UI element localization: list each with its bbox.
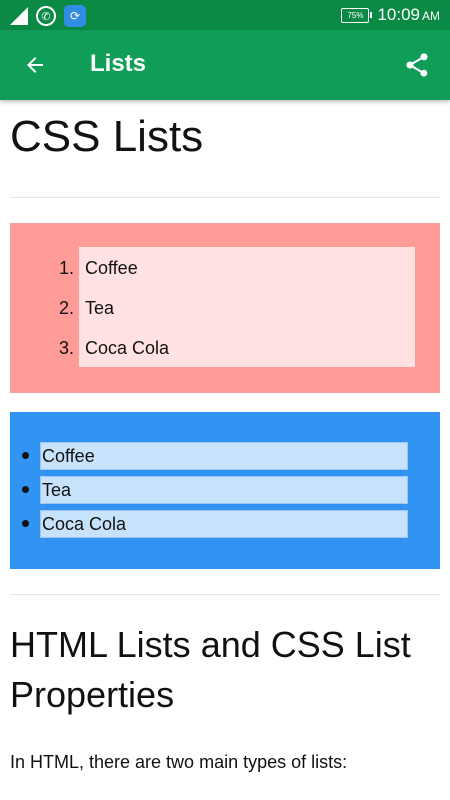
ordered-list-number: 2.: [58, 298, 74, 318]
sync-app-icon: ⟳: [64, 5, 86, 27]
paragraph: In HTML, there are two main types of lis…: [10, 752, 348, 772]
list-item: Tea: [40, 476, 408, 504]
app-bar: Lists: [0, 30, 450, 100]
back-arrow-icon[interactable]: [18, 47, 52, 83]
bullet-icon: [22, 486, 29, 493]
page-title: CSS Lists: [10, 112, 204, 161]
clock: 10:09 AM: [377, 5, 440, 25]
ordered-list-demo: 1. 2. 3. Coffee Tea Coca Cola: [10, 223, 440, 393]
clock-time: 10:09: [377, 5, 420, 24]
app-title: Lists: [90, 50, 147, 77]
status-bar: ✆ ⟳ 75% 10:09 AM: [0, 0, 450, 30]
list-item: Tea: [85, 298, 115, 318]
ordered-list-number: 3.: [58, 338, 74, 358]
unordered-list-demo: Coffee Tea Coca Cola: [10, 412, 440, 569]
list-item: Coffee: [85, 258, 138, 278]
list-row: Tea: [10, 476, 440, 504]
whatsapp-icon: ✆: [36, 6, 56, 26]
list-row: Coca Cola: [10, 510, 440, 538]
signal-icon: [10, 7, 28, 25]
battery-level: 75%: [347, 10, 364, 20]
ordered-list-number: 1.: [58, 258, 74, 278]
list-item: Coffee: [40, 442, 408, 470]
section-heading: HTML Lists and CSS List Properties: [10, 624, 411, 715]
battery-icon: 75%: [341, 7, 373, 23]
list-row: Coffee: [10, 442, 440, 470]
share-icon[interactable]: [400, 47, 434, 83]
clock-ampm: AM: [422, 9, 440, 23]
list-item: Coca Cola: [40, 510, 408, 538]
bullet-icon: [22, 452, 29, 459]
ordered-list: Coffee Tea Coca Cola: [79, 247, 415, 367]
top-divider: [10, 197, 440, 198]
section-divider: [10, 594, 440, 595]
bullet-icon: [22, 520, 29, 527]
list-item: Coca Cola: [85, 338, 170, 358]
